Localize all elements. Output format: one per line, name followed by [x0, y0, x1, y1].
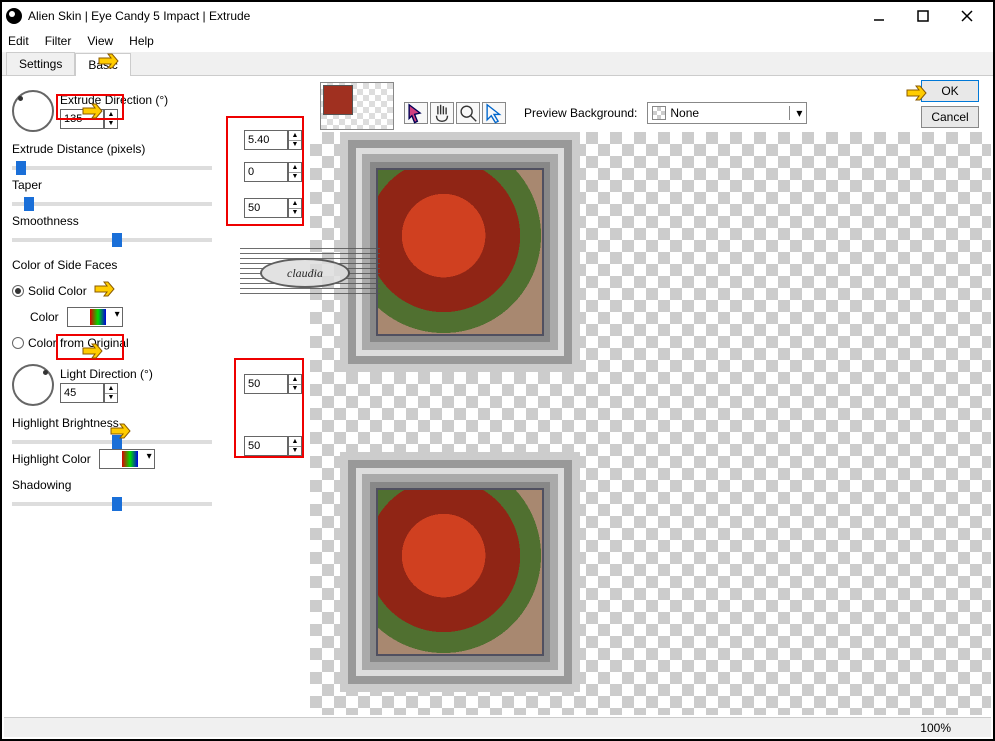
preview-thumbnail[interactable] — [320, 82, 394, 130]
menu-bar: Edit Filter View Help — [2, 30, 993, 52]
highlight-color-picker[interactable] — [99, 449, 155, 469]
minimize-button[interactable] — [857, 2, 901, 30]
preview-background-value: None — [670, 106, 699, 120]
highlight-brightness-input[interactable]: 50 — [244, 374, 288, 394]
tab-basic[interactable]: Basic — [75, 53, 130, 76]
color-from-original-radio[interactable] — [12, 337, 24, 349]
smoothness-input[interactable]: 50 — [244, 198, 288, 218]
zoom-level: 100% — [920, 721, 951, 735]
title-bar: Alien Skin | Eye Candy 5 Impact | Extrud… — [2, 2, 993, 30]
highlight-brightness-label: Highlight Brightness — [12, 416, 119, 430]
extrude-direction-input[interactable]: 135 — [60, 109, 104, 129]
preview-image — [370, 482, 550, 662]
color-from-original-label: Color from Original — [28, 336, 129, 350]
highlight-brightness-spinner[interactable]: ▲▼ — [288, 374, 302, 394]
color-picker[interactable] — [67, 307, 123, 327]
preview-canvas[interactable] — [310, 132, 991, 715]
light-direction-spinner[interactable]: ▲▼ — [104, 383, 118, 403]
side-faces-header: Color of Side Faces — [12, 258, 117, 272]
smoothness-spinner[interactable]: ▲▼ — [288, 198, 302, 218]
taper-slider[interactable] — [12, 202, 212, 206]
app-icon — [6, 8, 22, 24]
solid-color-radio[interactable] — [12, 285, 24, 297]
zoom-tool-icon[interactable] — [456, 102, 480, 124]
light-direction-dial[interactable] — [12, 364, 54, 406]
cancel-button[interactable]: Cancel — [921, 106, 979, 128]
smoothness-label: Smoothness — [12, 214, 79, 228]
color-label: Color — [30, 310, 59, 324]
taper-input[interactable]: 0 — [244, 162, 288, 182]
status-bar: 100% — [4, 717, 991, 737]
tab-row: Settings Basic — [2, 52, 993, 76]
shadowing-spinner[interactable]: ▲▼ — [288, 436, 302, 456]
menu-edit[interactable]: Edit — [8, 34, 29, 48]
shadowing-slider[interactable] — [12, 502, 212, 506]
tab-settings[interactable]: Settings — [6, 52, 75, 75]
pointer-tool-icon[interactable] — [404, 102, 428, 124]
extrude-direction-dial[interactable] — [12, 90, 54, 132]
maximize-button[interactable] — [901, 2, 945, 30]
extrude-distance-slider[interactable] — [12, 166, 212, 170]
settings-panel: Extrude Direction (°) 135 ▲▼ Extrude Dis… — [4, 78, 310, 715]
menu-view[interactable]: View — [87, 34, 113, 48]
menu-filter[interactable]: Filter — [45, 34, 72, 48]
shadowing-label: Shadowing — [12, 478, 71, 492]
extrude-distance-label: Extrude Distance (pixels) — [12, 142, 145, 156]
menu-help[interactable]: Help — [129, 34, 154, 48]
ok-button[interactable]: OK — [921, 80, 979, 102]
hand-tool-icon[interactable] — [430, 102, 454, 124]
extrude-direction-label: Extrude Direction (°) — [60, 93, 168, 107]
extrude-distance-input[interactable]: 5.40 — [244, 130, 288, 150]
preview-background-combo[interactable]: None ▾ — [647, 102, 807, 124]
light-direction-label: Light Direction (°) — [60, 367, 153, 381]
preview-panel: Preview Background: None ▾ OK Cancel — [310, 78, 991, 715]
taper-spinner[interactable]: ▲▼ — [288, 162, 302, 182]
window-title: Alien Skin | Eye Candy 5 Impact | Extrud… — [28, 9, 857, 23]
highlight-brightness-slider[interactable] — [12, 440, 212, 444]
shadowing-input[interactable]: 50 — [244, 436, 288, 456]
highlight-color-label: Highlight Color — [12, 452, 91, 466]
close-button[interactable] — [945, 2, 989, 30]
extrude-distance-spinner[interactable]: ▲▼ — [288, 130, 302, 150]
extrude-direction-spinner[interactable]: ▲▼ — [104, 109, 118, 129]
preview-image — [370, 162, 550, 342]
chevron-down-icon: ▾ — [789, 106, 802, 120]
taper-label: Taper — [12, 178, 42, 192]
light-direction-input[interactable]: 45 — [60, 383, 104, 403]
solid-color-label: Solid Color — [28, 284, 87, 298]
arrow-tool-icon[interactable] — [482, 102, 506, 124]
smoothness-slider[interactable] — [12, 238, 212, 242]
preview-background-label: Preview Background: — [524, 106, 637, 120]
